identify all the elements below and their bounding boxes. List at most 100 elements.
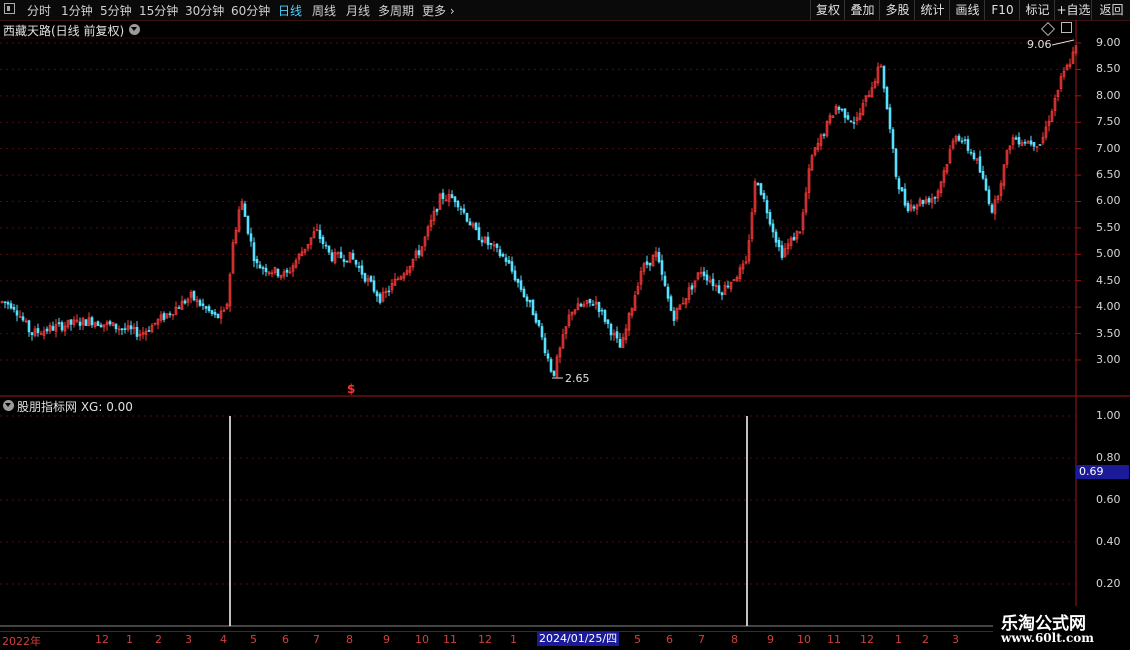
indicator-tick-label: 0.60 — [1096, 493, 1121, 506]
candle-body — [972, 152, 976, 160]
indicator-tick-label: 0.20 — [1096, 577, 1121, 590]
candle-body — [177, 307, 181, 309]
candle-body — [465, 213, 469, 222]
date-tick-label: 10 — [415, 633, 429, 646]
candle-body — [519, 280, 523, 290]
candle-body — [702, 271, 706, 277]
candle-body — [489, 243, 493, 245]
date-tick-label: 12 — [95, 633, 109, 646]
candle-body — [717, 285, 721, 293]
candle-body — [852, 122, 856, 124]
candle-body — [501, 253, 505, 257]
candle-body — [12, 307, 16, 310]
candle-body — [210, 310, 214, 314]
candle-body — [183, 300, 187, 304]
candle-body — [387, 290, 391, 293]
candle-body — [900, 187, 904, 192]
candle-body — [57, 322, 61, 324]
candle-body — [597, 301, 601, 312]
price-tick-label: 6.50 — [1096, 168, 1121, 182]
date-tick-label: 11 — [443, 633, 457, 646]
watermark-url: www.60lt.com — [1001, 631, 1094, 645]
candle-body — [198, 300, 202, 306]
candle-body — [213, 312, 217, 315]
candle-body — [36, 328, 40, 333]
candle-body — [837, 106, 841, 110]
candle-body — [345, 260, 349, 263]
candle-body — [441, 192, 445, 199]
candle-body — [903, 188, 907, 206]
candle-body — [618, 338, 622, 348]
candle-body — [726, 285, 730, 288]
high-price-label: 9.06 — [1027, 38, 1052, 51]
candle-body — [525, 296, 529, 302]
candle-body — [774, 231, 778, 243]
candle-body — [3, 301, 7, 304]
candle-body — [318, 230, 322, 239]
candle-body — [216, 313, 220, 319]
date-tick-label: 7 — [698, 633, 705, 646]
candle-body — [435, 208, 439, 212]
candle-body — [417, 250, 421, 256]
candle-body — [921, 200, 925, 205]
candle-body — [162, 313, 166, 320]
candle-body — [762, 193, 766, 200]
candle-body — [99, 324, 103, 328]
candle-body — [135, 327, 139, 337]
chevron-down-icon[interactable] — [3, 400, 14, 411]
candle-body — [846, 115, 850, 120]
candle-body — [504, 257, 508, 262]
candle-body — [360, 265, 364, 275]
date-tick-label: 6 — [282, 633, 289, 646]
candle-body — [357, 265, 361, 268]
candle-body — [912, 206, 916, 209]
candle-body — [342, 259, 346, 262]
date-tick-label: 1 — [126, 633, 133, 646]
candle-body — [246, 215, 250, 234]
dollar-marker: $ — [347, 382, 356, 396]
date-tick-label: 4 — [220, 633, 227, 646]
candle-body — [1032, 142, 1036, 147]
candle-body — [891, 129, 895, 149]
candle-body — [498, 249, 502, 257]
candle-body — [285, 269, 289, 273]
candle-body — [516, 278, 520, 283]
candle-body — [645, 261, 649, 265]
candle-body — [369, 276, 373, 282]
candle-body — [600, 309, 604, 312]
candle-body — [666, 286, 670, 299]
low-price-label: 2.65 — [565, 372, 590, 385]
candle-body — [9, 303, 13, 309]
candle-body — [375, 291, 379, 297]
date-cursor: 2024/01/25/四 — [537, 631, 620, 646]
price-tick-label: 8.00 — [1096, 88, 1121, 102]
price-tick-label: 4.50 — [1096, 273, 1121, 287]
candle-body — [1038, 144, 1042, 146]
candle-body — [546, 353, 550, 359]
candle-body — [690, 285, 694, 290]
candle-body — [513, 270, 517, 281]
candle-body — [528, 299, 532, 303]
candle-body — [201, 303, 205, 306]
candle-body — [243, 203, 247, 217]
candle-body — [486, 236, 490, 245]
candle-body — [771, 223, 775, 233]
candle-body — [252, 242, 256, 262]
candle-body — [990, 204, 994, 213]
candle-body — [537, 320, 541, 326]
candle-body — [777, 239, 781, 248]
candle-body — [780, 245, 784, 258]
candle-body — [765, 200, 769, 214]
date-tick-label: 12 — [860, 633, 874, 646]
candle-body — [615, 331, 619, 339]
price-tick-label: 8.50 — [1096, 62, 1121, 76]
candle-body — [822, 134, 826, 136]
candle-body — [534, 313, 538, 323]
high-arrow — [1051, 39, 1075, 46]
candlestick-chart — [0, 20, 1130, 631]
indicator-tick-label: 0.80 — [1096, 451, 1121, 464]
candle-body — [6, 302, 10, 305]
candle-body — [540, 326, 544, 338]
candle-body — [960, 140, 964, 143]
candle-body — [648, 262, 652, 266]
